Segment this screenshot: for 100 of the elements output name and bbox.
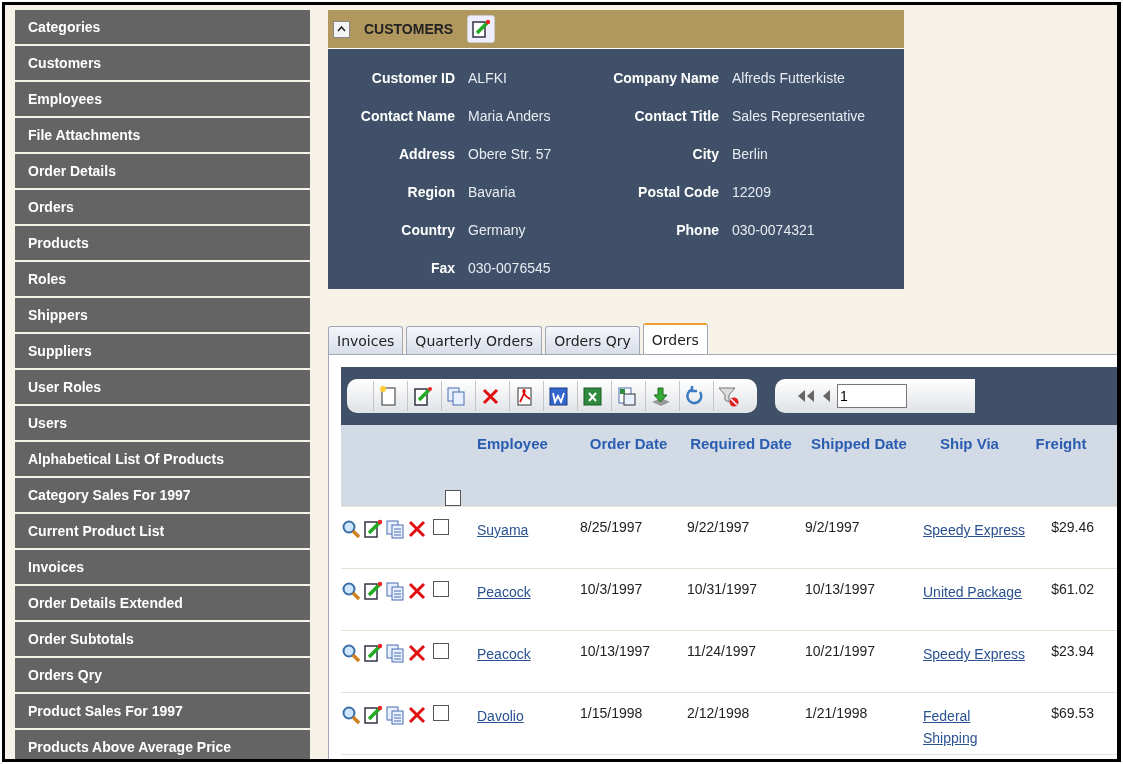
edit-icon[interactable] — [363, 705, 383, 725]
magnifier-icon[interactable] — [341, 643, 361, 663]
magnifier-icon[interactable] — [341, 705, 361, 725]
copy-icon[interactable] — [385, 643, 405, 663]
collapse-button[interactable] — [333, 20, 350, 38]
column-header[interactable]: Required Date — [687, 435, 805, 506]
ship-via-link[interactable]: United Package — [923, 579, 1022, 630]
delete-icon[interactable] — [407, 581, 427, 601]
sidebar-item[interactable]: User Roles — [15, 370, 310, 404]
column-header[interactable]: Order Date — [580, 435, 687, 506]
text-document-icon — [615, 384, 638, 408]
delete-icon[interactable] — [407, 643, 427, 663]
table-cell-text: 10/13/1997 — [580, 642, 652, 661]
checkbox[interactable] — [445, 490, 461, 506]
copy-icon[interactable] — [385, 519, 405, 539]
sidebar-item[interactable]: Categories — [15, 10, 310, 44]
table-cell-text: 1/15/1998 — [580, 704, 644, 723]
table-cell-text: 10/21/1997 — [805, 642, 877, 661]
field-value: 12209 — [732, 184, 772, 200]
employee-link[interactable]: Suyama — [477, 517, 529, 568]
field-value: Sales Representative — [732, 108, 867, 124]
employee-link[interactable]: Peacock — [477, 641, 531, 692]
field-label: Address — [397, 146, 455, 162]
sidebar-item[interactable]: Customers — [15, 46, 310, 80]
edit-icon — [411, 384, 434, 408]
table-cell-text: 10/31/1997 — [687, 580, 759, 599]
copy-icon[interactable] — [385, 581, 405, 601]
tab[interactable]: Orders Qry — [545, 326, 640, 354]
table-cell-text: 10/3/1997 — [580, 580, 644, 599]
page-input[interactable]: 1 — [837, 384, 907, 408]
field-value: 030-0076545 — [468, 260, 552, 276]
spreadsheet-icon — [581, 384, 604, 408]
sidebar-item[interactable]: Products Above Average Price — [15, 730, 310, 759]
sidebar-item[interactable]: Suppliers — [15, 334, 310, 368]
tab[interactable]: Orders — [642, 323, 708, 354]
sidebar-item[interactable]: File Attachments — [15, 118, 310, 152]
checkbox[interactable] — [433, 705, 449, 721]
table-cell-text: 2/12/1998 — [687, 704, 751, 723]
field-label: Region — [406, 184, 455, 200]
field-label: City — [691, 146, 719, 162]
column-header[interactable]: Ship Via — [923, 435, 1026, 506]
table-cell-text: 10/13/1997 — [805, 580, 877, 599]
edit-icon[interactable] — [363, 643, 383, 663]
sidebar-item[interactable]: Order Subtotals — [15, 622, 310, 656]
column-header[interactable]: Shipped Date — [805, 435, 923, 506]
checkbox[interactable] — [433, 581, 449, 597]
tab[interactable]: Invoices — [328, 326, 404, 354]
sidebar-item[interactable]: Alphabetical List Of Products — [15, 442, 310, 476]
sidebar-item[interactable]: Users — [15, 406, 310, 440]
sidebar-item[interactable]: Orders Qry — [15, 658, 310, 692]
field-value: ALFKI — [468, 70, 508, 86]
word-document-icon — [547, 384, 570, 408]
edit-icon[interactable] — [363, 519, 383, 539]
sidebar-item[interactable]: Invoices — [15, 550, 310, 584]
column-header[interactable]: Employee — [477, 435, 580, 506]
field-value: Germany — [468, 222, 527, 238]
magnifier-icon[interactable] — [341, 519, 361, 539]
ship-via-link[interactable]: Speedy Express — [923, 517, 1025, 568]
field-label: Country — [400, 222, 455, 238]
sidebar-item[interactable]: Product Sales For 1997 — [15, 694, 310, 728]
table-cell-text: $29.46 — [1050, 518, 1095, 537]
sidebar-item[interactable]: Employees — [15, 82, 310, 116]
copy-icon[interactable] — [385, 705, 405, 725]
column-header[interactable]: Freight — [1026, 435, 1106, 506]
field-label: Fax — [429, 260, 455, 276]
ship-via-link[interactable]: Speedy Express — [923, 641, 1025, 692]
caret-icon — [337, 26, 346, 32]
table-cell-text: $23.94 — [1050, 642, 1095, 661]
sidebar-item[interactable]: Category Sales For 1997 — [15, 478, 310, 512]
magnifier-icon[interactable] — [341, 581, 361, 601]
table-cell-text: 1/21/1998 — [805, 704, 869, 723]
employee-link[interactable]: Davolio — [477, 703, 524, 754]
sidebar-item[interactable]: Order Details Extended — [15, 586, 310, 620]
sidebar-item[interactable]: Shippers — [15, 298, 310, 332]
ship-via-link[interactable]: Federal Shipping — [923, 703, 1026, 754]
table-cell-text: 8/25/1997 — [580, 518, 644, 537]
field-value: Alfreds Futterkiste — [732, 70, 846, 86]
tab[interactable]: Quarterly Orders — [406, 326, 543, 354]
delete-icon[interactable] — [407, 705, 427, 725]
employee-link[interactable]: Peacock — [477, 579, 531, 630]
field-value: Obere Str. 57 — [468, 146, 553, 162]
checkbox[interactable] — [433, 643, 449, 659]
delete-icon[interactable] — [407, 519, 427, 539]
table-cell-text: 9/22/1997 — [687, 518, 751, 537]
field-value: Bavaria — [468, 184, 517, 200]
sidebar-item[interactable]: Products — [15, 226, 310, 260]
edit-icon[interactable] — [363, 581, 383, 601]
field-label: Contact Title — [633, 108, 719, 124]
checkbox[interactable] — [433, 519, 449, 535]
sidebar-item[interactable]: Orders — [15, 190, 310, 224]
table-cell-text: 11/24/1997 — [687, 642, 758, 661]
field-value: 030-0074321 — [732, 222, 816, 238]
sidebar-item[interactable]: Roles — [15, 262, 310, 296]
field-label: Company Name — [612, 70, 719, 86]
field-value: Berlin — [732, 146, 769, 162]
field-label: Contact Name — [359, 108, 455, 124]
previous-page-icon[interactable] — [821, 389, 833, 403]
sidebar-item[interactable]: Order Details — [15, 154, 310, 188]
sidebar-item[interactable]: Current Product List — [15, 514, 310, 548]
table-cell-text: $69.53 — [1050, 704, 1095, 723]
